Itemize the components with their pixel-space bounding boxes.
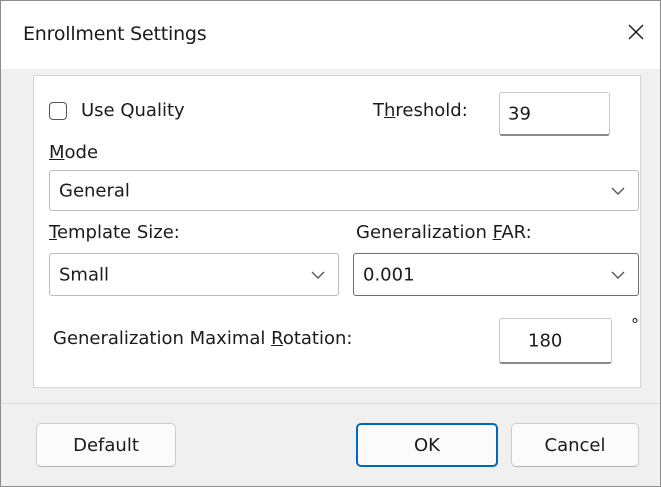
ok-button[interactable]: OK bbox=[356, 423, 498, 467]
threshold-label: Threshold: bbox=[373, 100, 468, 121]
chevron-down-icon bbox=[611, 271, 625, 279]
mode-select[interactable]: General bbox=[49, 170, 639, 211]
generalization-far-select[interactable]: 0.001 bbox=[353, 253, 639, 296]
default-button[interactable]: Default bbox=[36, 423, 176, 467]
close-button[interactable] bbox=[612, 9, 660, 55]
cancel-button[interactable]: Cancel bbox=[511, 423, 639, 467]
chevron-down-icon bbox=[311, 271, 325, 279]
close-icon bbox=[628, 24, 644, 40]
chevron-down-icon bbox=[611, 187, 625, 195]
max-rotation-label: Generalization Maximal Rotation: bbox=[53, 328, 353, 349]
dialog-title: Enrollment Settings bbox=[23, 23, 207, 45]
use-quality-checkbox[interactable] bbox=[49, 102, 67, 120]
enrollment-settings-dialog: Enrollment Settings Use Quality Threshol… bbox=[0, 0, 661, 487]
max-rotation-input[interactable]: 180 bbox=[499, 318, 612, 364]
threshold-input[interactable]: 39 bbox=[499, 92, 610, 136]
use-quality-label: Use Quality bbox=[81, 100, 185, 121]
mode-label: Mode bbox=[49, 142, 99, 163]
template-size-select[interactable]: Small bbox=[49, 253, 339, 296]
template-size-label: Template Size: bbox=[49, 222, 180, 243]
degree-unit: ° bbox=[631, 315, 639, 334]
title-bar: Enrollment Settings bbox=[1, 1, 660, 69]
footer-divider bbox=[1, 403, 660, 404]
generalization-far-label: Generalization FAR: bbox=[356, 222, 532, 243]
